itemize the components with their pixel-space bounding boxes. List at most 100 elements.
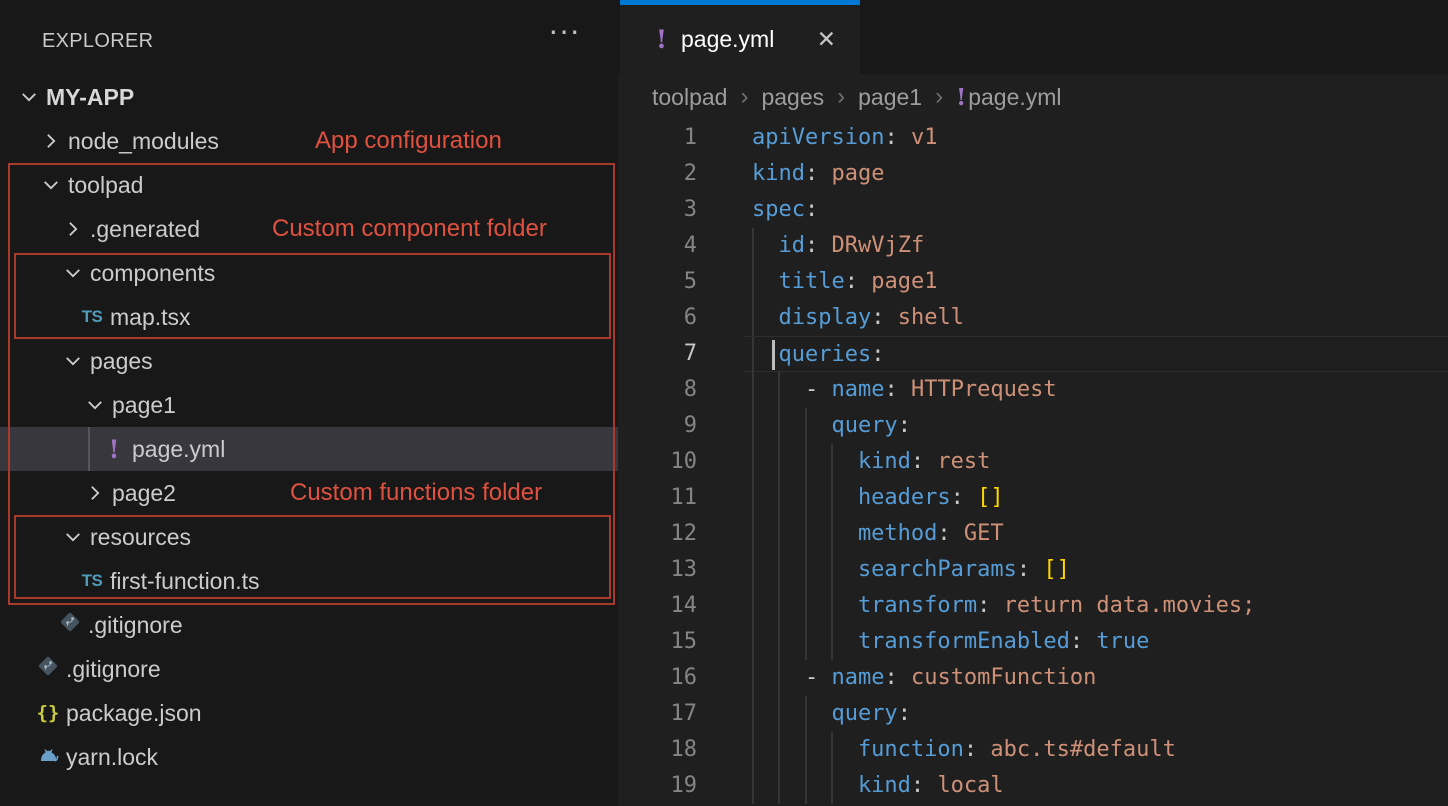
- code-line-content[interactable]: spec:: [745, 192, 1448, 228]
- code-line-9[interactable]: 9query:: [618, 408, 1448, 444]
- breadcrumb-item-pages[interactable]: pages: [761, 84, 824, 111]
- tree-item-page1[interactable]: page1: [0, 383, 618, 427]
- token: kind: [858, 449, 911, 474]
- git-icon: [58, 610, 82, 640]
- tree-item-page-yml[interactable]: !page.yml: [0, 427, 618, 471]
- token: :: [845, 269, 872, 294]
- line-number: 14: [618, 588, 745, 624]
- git-icon: [36, 654, 60, 684]
- token: query: [831, 413, 897, 438]
- code-line-18[interactable]: 18function: abc.ts#default: [618, 732, 1448, 768]
- tree-item-label: .generated: [90, 216, 200, 243]
- line-number: 13: [618, 552, 745, 588]
- more-actions-icon[interactable]: ···: [548, 14, 580, 46]
- line-number: 6: [618, 300, 745, 336]
- tree-item-label: yarn.lock: [66, 744, 158, 771]
- tree-item-yarn-lock[interactable]: yarn.lock: [0, 735, 618, 779]
- breadcrumb-separator-icon: ›: [935, 83, 943, 111]
- line-number: 9: [618, 408, 745, 444]
- tab-page-yml[interactable]: ! page.yml ✕: [620, 0, 860, 74]
- code-line-4[interactable]: 4id: DRwVjZf: [618, 228, 1448, 264]
- chevron-down-icon: [60, 524, 86, 550]
- code-line-content[interactable]: apiVersion: v1: [745, 120, 1448, 156]
- token: headers: [858, 485, 951, 510]
- code-line-2[interactable]: 2kind: page: [618, 156, 1448, 192]
- tree-item-components[interactable]: components: [0, 251, 618, 295]
- close-icon[interactable]: ✕: [817, 26, 836, 53]
- token: queries: [778, 342, 871, 367]
- indent-guide: [831, 588, 857, 624]
- token: []: [977, 485, 1004, 510]
- tree-item-page2[interactable]: page2Custom functions folder: [0, 471, 618, 515]
- indent-guide: [752, 408, 778, 444]
- code-line-content[interactable]: method: GET: [745, 516, 1448, 552]
- indent-guide: [752, 660, 778, 696]
- code-line-7[interactable]: 7queries:: [618, 336, 1448, 372]
- code-line-17[interactable]: 17query:: [618, 696, 1448, 732]
- breadcrumb-label: toolpad: [652, 84, 727, 110]
- code-line-content[interactable]: id: DRwVjZf: [745, 228, 1448, 264]
- code-line-content[interactable]: searchParams: []: [745, 552, 1448, 588]
- code-line-1[interactable]: 1apiVersion: v1: [618, 120, 1448, 156]
- line-number: 4: [618, 228, 745, 264]
- code-editor[interactable]: 1apiVersion: v12kind: page3spec:4id: DRw…: [618, 120, 1448, 804]
- code-line-content[interactable]: title: page1: [745, 264, 1448, 300]
- annotation-text: Custom component folder: [272, 207, 547, 251]
- token: :: [871, 305, 898, 330]
- tree-item-map-tsx[interactable]: TSmap.tsx: [0, 295, 618, 339]
- code-line-19[interactable]: 19kind: local: [618, 768, 1448, 804]
- annotation-text: Custom functions folder: [290, 471, 542, 515]
- tree-item-node-modules[interactable]: node_modulesApp configuration: [0, 119, 618, 163]
- code-line-5[interactable]: 5title: page1: [618, 264, 1448, 300]
- code-line-content[interactable]: kind: rest: [745, 444, 1448, 480]
- chevron-down-icon: [38, 172, 64, 198]
- code-line-content[interactable]: kind: page: [745, 156, 1448, 192]
- token: :: [805, 197, 818, 222]
- tree-item-gitignore[interactable]: .gitignore: [0, 603, 618, 647]
- code-line-14[interactable]: 14transform: return data.movies;: [618, 588, 1448, 624]
- code-line-13[interactable]: 13searchParams: []: [618, 552, 1448, 588]
- line-number: 11: [618, 480, 745, 516]
- code-line-16[interactable]: 16- name: customFunction: [618, 660, 1448, 696]
- token: abc.ts#default: [990, 737, 1175, 762]
- token: name: [831, 377, 884, 402]
- tree-item-resources[interactable]: resources: [0, 515, 618, 559]
- breadcrumb-item-page1[interactable]: page1: [858, 84, 922, 111]
- tree-item-toolpad[interactable]: toolpad: [0, 163, 618, 207]
- code-line-content[interactable]: kind: local: [745, 768, 1448, 804]
- tree-item-my-app[interactable]: MY-APP: [0, 75, 618, 119]
- breadcrumb-separator-icon: ›: [837, 83, 845, 111]
- indent-guide: [831, 624, 857, 660]
- token: :: [1017, 557, 1044, 582]
- code-line-8[interactable]: 8- name: HTTPrequest: [618, 372, 1448, 408]
- code-line-content[interactable]: query:: [745, 696, 1448, 732]
- line-number: 19: [618, 768, 745, 804]
- tree-item-label: toolpad: [68, 172, 143, 199]
- code-line-15[interactable]: 15transformEnabled: true: [618, 624, 1448, 660]
- breadcrumb-item-page-yml[interactable]: !page.yml: [956, 84, 1061, 111]
- code-line-6[interactable]: 6display: shell: [618, 300, 1448, 336]
- code-line-12[interactable]: 12method: GET: [618, 516, 1448, 552]
- code-line-content[interactable]: query:: [745, 408, 1448, 444]
- code-line-content[interactable]: - name: HTTPrequest: [745, 372, 1448, 408]
- code-line-11[interactable]: 11headers: []: [618, 480, 1448, 516]
- tree-item-package-json[interactable]: {}package.json: [0, 691, 618, 735]
- tree-item-label: first-function.ts: [110, 568, 260, 595]
- tree-item-first-function-ts[interactable]: TSfirst-function.ts: [0, 559, 618, 603]
- tree-item-pages[interactable]: pages: [0, 339, 618, 383]
- code-line-content[interactable]: headers: []: [745, 480, 1448, 516]
- tree-item-gitignore[interactable]: .gitignore: [0, 647, 618, 691]
- code-line-10[interactable]: 10kind: rest: [618, 444, 1448, 480]
- code-line-content[interactable]: transformEnabled: true: [745, 624, 1448, 660]
- code-line-content[interactable]: function: abc.ts#default: [745, 732, 1448, 768]
- tree-item-generated[interactable]: .generated Custom component folder: [0, 207, 618, 251]
- indent-guide: [752, 732, 778, 768]
- code-line-content[interactable]: - name: customFunction: [745, 660, 1448, 696]
- code-line-3[interactable]: 3spec:: [618, 192, 1448, 228]
- code-line-content[interactable]: display: shell: [745, 300, 1448, 336]
- code-line-content[interactable]: transform: return data.movies;: [745, 588, 1448, 624]
- breadcrumb-item-toolpad[interactable]: toolpad: [652, 84, 727, 111]
- tab-label: page.yml: [681, 26, 774, 53]
- code-line-content[interactable]: queries:: [745, 336, 1448, 372]
- token: query: [831, 701, 897, 726]
